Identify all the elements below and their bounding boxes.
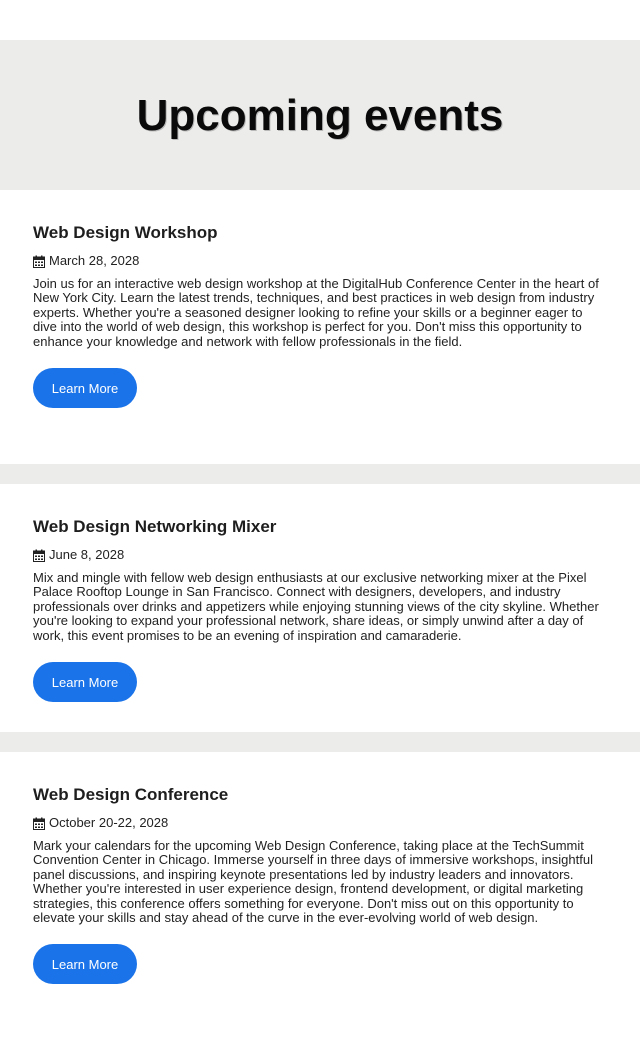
calendar-icon [33, 549, 45, 562]
event-description: Join us for an interactive web design wo… [33, 276, 599, 349]
event-date-text: June 8, 2028 [49, 547, 125, 562]
event-date: October 20-22, 2028 [33, 815, 607, 831]
top-spacer [0, 0, 640, 40]
calendar-icon [33, 817, 45, 830]
learn-more-button[interactable]: Learn More [33, 662, 137, 703]
event-card: Web Design Networking Mixer June 8, 2028… [0, 484, 640, 732]
page-title: Upcoming events [136, 91, 504, 140]
section-divider [0, 732, 640, 752]
event-title: Web Design Networking Mixer [33, 517, 277, 536]
section-divider [0, 464, 640, 484]
event-date-text: October 20-22, 2028 [49, 815, 169, 830]
event-description: Mark your calendars for the upcoming Web… [33, 838, 593, 926]
learn-more-button[interactable]: Learn More [33, 368, 137, 409]
calendar-icon [33, 255, 45, 268]
event-date: June 8, 2028 [33, 547, 607, 563]
event-card: Web Design Workshop March 28, 2028 Join … [0, 190, 640, 464]
hero-banner: Upcoming events [0, 40, 640, 190]
event-title: Web Design Conference [33, 785, 229, 804]
event-date: March 28, 2028 [33, 253, 607, 269]
event-description: Mix and mingle with fellow web design en… [33, 570, 599, 643]
event-card: Web Design Conference October 20-22, 202… [0, 752, 640, 1040]
event-title: Web Design Workshop [33, 223, 218, 242]
learn-more-button[interactable]: Learn More [33, 944, 137, 985]
event-date-text: March 28, 2028 [49, 253, 140, 268]
